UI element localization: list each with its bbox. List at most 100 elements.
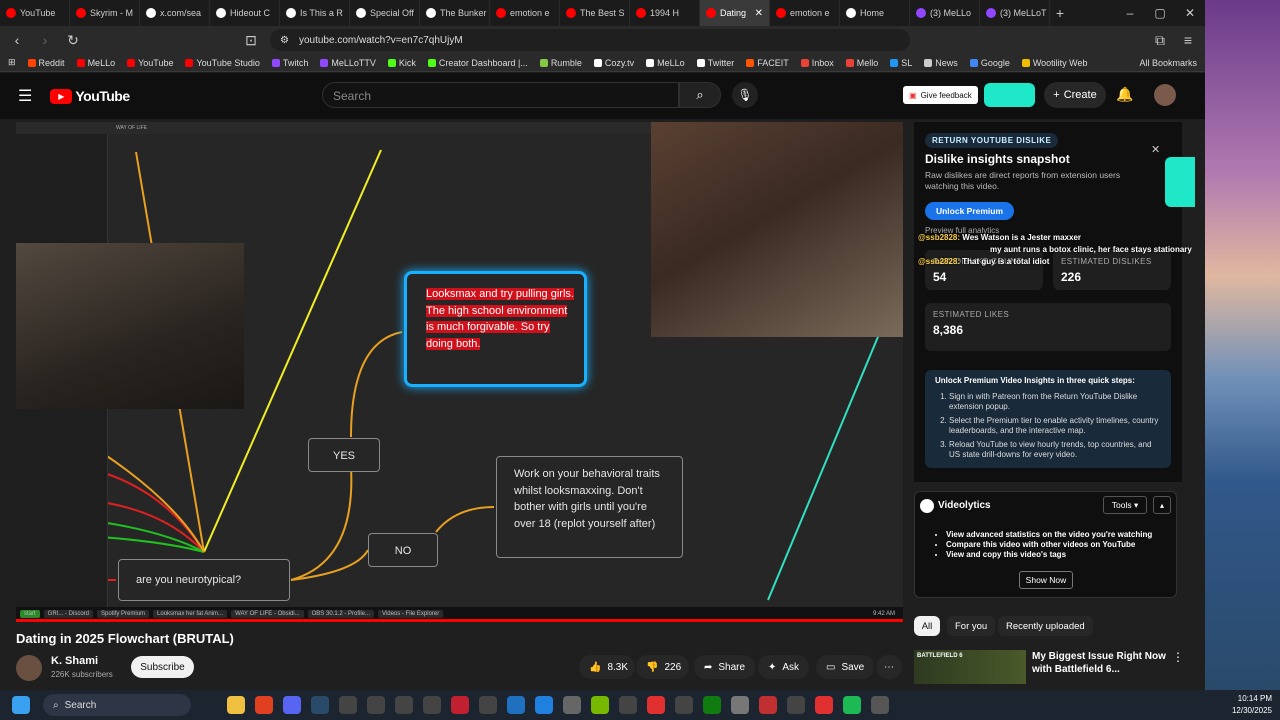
app-icon[interactable] — [563, 696, 581, 714]
hamburger-menu-icon[interactable]: ☰ — [18, 86, 32, 106]
side-extension-tab[interactable] — [1165, 157, 1195, 207]
bookmark-item[interactable]: Inbox — [800, 58, 834, 68]
browser-tab[interactable]: 1994 H — [630, 0, 700, 26]
browser-tab[interactable]: emotion e — [490, 0, 560, 26]
discord-icon[interactable] — [283, 696, 301, 714]
browser-tab[interactable]: (3) MeLLo — [910, 0, 980, 26]
browser-tab[interactable]: Dating ✕ — [700, 0, 770, 26]
bookmark-item[interactable]: MeLLo — [76, 58, 115, 68]
bookmark-item[interactable]: FACEIT — [746, 58, 789, 68]
app-icon[interactable] — [423, 696, 441, 714]
more-actions-button[interactable]: ⋯ — [876, 655, 902, 679]
app-icon[interactable] — [451, 696, 469, 714]
browser-tab[interactable]: The Bunker — [420, 0, 490, 26]
bookmark-item[interactable]: Twitch — [271, 58, 308, 68]
chip-for-you[interactable]: For you — [947, 616, 996, 636]
app-icon[interactable] — [647, 696, 665, 714]
video-progress-bar[interactable] — [16, 619, 903, 622]
app-icon[interactable] — [759, 696, 777, 714]
steam-icon[interactable] — [311, 696, 329, 714]
show-now-button[interactable]: Show Now — [1019, 571, 1073, 589]
maximize-icon[interactable]: ▢ — [1145, 6, 1175, 20]
app-icon[interactable] — [395, 696, 413, 714]
notifications-bell-icon[interactable]: 🔔 — [1116, 86, 1133, 103]
voice-search-button[interactable]: 🎙 — [732, 82, 758, 108]
extension-toggle-button[interactable] — [984, 83, 1035, 107]
app-icon[interactable] — [675, 696, 693, 714]
browser-tab[interactable]: YouTube — [0, 0, 70, 26]
app-icon[interactable] — [535, 696, 553, 714]
bookmark-item[interactable]: Rumble — [539, 58, 582, 68]
bookmark-item[interactable]: Cozy.tv — [593, 58, 634, 68]
browser-tab[interactable]: Hideout C — [210, 0, 280, 26]
save-button[interactable]: ▭ Save — [816, 655, 875, 679]
bookmark-item[interactable]: Creator Dashboard |... — [427, 58, 528, 68]
spotify-icon[interactable] — [843, 696, 861, 714]
app-icon[interactable] — [619, 696, 637, 714]
give-feedback-button[interactable]: ▣ Give feedback — [903, 86, 978, 104]
bookmark-item[interactable]: Kick — [387, 58, 416, 68]
extensions-icon[interactable]: ⧉ — [1151, 32, 1169, 49]
file-explorer-icon[interactable] — [227, 696, 245, 714]
bookmark-item[interactable]: News — [924, 58, 958, 68]
like-button[interactable]: 👍 8.3K — [579, 655, 635, 679]
recommended-video-title[interactable]: My Biggest Issue Right Now with Battlefi… — [1032, 650, 1168, 676]
url-field[interactable]: ⚙ youtube.com/watch?v=en7c7qhUjyM — [270, 29, 910, 51]
all-bookmarks-button[interactable]: All Bookmarks — [1139, 58, 1197, 68]
minimize-icon[interactable]: – — [1115, 6, 1145, 20]
apps-icon[interactable]: ⊞ — [8, 57, 16, 68]
chip-recently-uploaded[interactable]: Recently uploaded — [998, 616, 1093, 636]
app-icon[interactable] — [871, 696, 889, 714]
browser-tab[interactable]: Skyrim - M — [70, 0, 140, 26]
bookmark-item[interactable]: Mello — [845, 58, 878, 68]
browser-tab[interactable]: (3) MeLLoT — [980, 0, 1050, 26]
bookmark-item[interactable]: YouTube Studio — [185, 58, 260, 68]
bookmark-item[interactable]: Wootility Web — [1021, 58, 1088, 68]
create-button[interactable]: + Create — [1044, 82, 1106, 108]
app-icon[interactable] — [787, 696, 805, 714]
bookmark-item[interactable]: Google — [969, 58, 1010, 68]
unlock-premium-button[interactable]: Unlock Premium — [925, 202, 1014, 220]
search-input[interactable]: Search — [322, 82, 679, 108]
close-window-icon[interactable]: ✕ — [1175, 6, 1205, 20]
bookmark-item[interactable]: MeLLoTTV — [320, 58, 376, 68]
search-button[interactable]: ⌕ — [679, 82, 721, 108]
more-vertical-icon[interactable]: ⋮ — [1172, 650, 1184, 664]
bookmark-icon[interactable]: ⊡ — [242, 32, 260, 49]
chevron-up-icon[interactable]: ▴ — [1153, 496, 1171, 514]
bookmark-item[interactable]: SL — [890, 58, 912, 68]
channel-name[interactable]: K. Shami — [51, 655, 98, 667]
browser-tab[interactable]: Is This a R — [280, 0, 350, 26]
browser-tab[interactable]: emotion e — [770, 0, 840, 26]
forward-icon[interactable]: › — [36, 32, 54, 48]
chip-all[interactable]: All — [914, 616, 940, 636]
taskbar-clock[interactable]: 10:14 PM 12/30/2025 — [1232, 693, 1272, 717]
menu-icon[interactable]: ≡ — [1179, 32, 1197, 48]
xbox-icon[interactable] — [703, 696, 721, 714]
bookmark-item[interactable]: Twitter — [696, 58, 734, 68]
app-icon[interactable] — [815, 696, 833, 714]
settings-icon[interactable] — [731, 696, 749, 714]
browser-tab[interactable]: Special Off — [350, 0, 420, 26]
new-tab-icon[interactable]: + — [1050, 5, 1070, 21]
channel-avatar[interactable] — [16, 655, 42, 681]
taskbar-search[interactable]: ⌕ Search — [43, 694, 191, 716]
close-tab-icon[interactable]: ✕ — [755, 8, 763, 19]
reload-icon[interactable]: ↻ — [64, 32, 82, 49]
account-avatar[interactable] — [1154, 84, 1176, 106]
app-icon[interactable] — [367, 696, 385, 714]
recommended-video-thumbnail[interactable]: BATTLEFIELD 6 — [914, 650, 1026, 684]
brave-icon[interactable] — [255, 696, 273, 714]
browser-tab[interactable]: The Best S — [560, 0, 630, 26]
back-icon[interactable]: ‹ — [8, 32, 26, 48]
site-info-icon[interactable]: ⚙ — [280, 35, 289, 46]
subscribe-button[interactable]: Subscribe — [131, 656, 194, 678]
app-icon[interactable] — [339, 696, 357, 714]
nvidia-icon[interactable] — [591, 696, 609, 714]
bookmark-item[interactable]: YouTube — [127, 58, 173, 68]
app-icon[interactable] — [507, 696, 525, 714]
ask-button[interactable]: ✦ Ask — [758, 655, 810, 679]
bookmark-item[interactable]: MeLLo — [646, 58, 685, 68]
browser-tab[interactable]: Home — [840, 0, 910, 26]
share-button[interactable]: ➦ Share — [694, 655, 756, 679]
